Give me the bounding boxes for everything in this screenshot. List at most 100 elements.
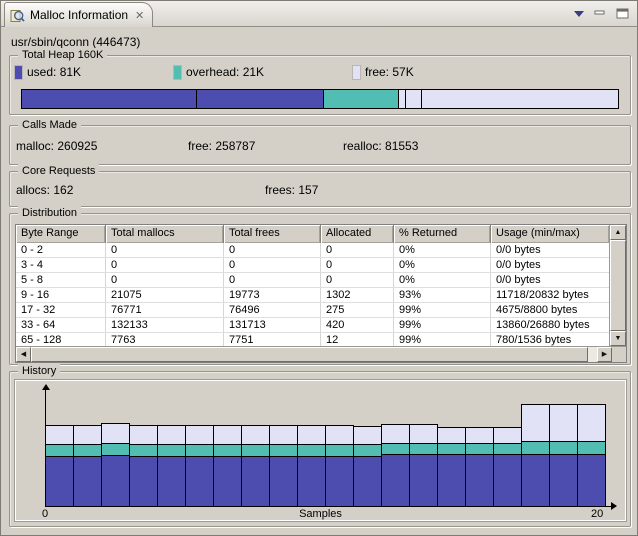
tab-malloc-information[interactable]: Malloc Information ✕	[4, 2, 153, 27]
column-header-total-frees[interactable]: Total frees	[224, 225, 321, 243]
minimize-icon[interactable]	[594, 8, 606, 19]
table-cell: 11718/20832 bytes	[491, 288, 609, 302]
history-bar	[157, 425, 186, 507]
table-cell: 76771	[106, 303, 224, 317]
history-bar-segment-used	[73, 456, 102, 507]
malloc-view-icon	[10, 8, 25, 23]
table-header-row: Byte RangeTotal mallocsTotal freesAlloca…	[16, 225, 609, 243]
horizontal-scrollbar-track[interactable]	[588, 347, 597, 362]
table-row[interactable]: 0 - 20000%0/0 bytes	[16, 243, 609, 258]
horizontal-scrollbar[interactable]: ◀ ▶	[16, 347, 612, 362]
history-bar-segment-used	[521, 454, 550, 507]
history-bar	[325, 425, 354, 507]
history-group: History 0 Samples 20	[9, 371, 631, 527]
heap-segment-used	[22, 90, 197, 108]
history-bar-segment-overhead	[521, 441, 550, 455]
overhead-color-swatch	[174, 66, 181, 79]
history-bar	[73, 425, 102, 507]
history-bar	[241, 425, 270, 507]
column-header-returned[interactable]: % Returned	[394, 225, 491, 243]
history-bar	[577, 404, 606, 507]
history-bar-segment-used	[353, 456, 382, 507]
distribution-group-label: Distribution	[18, 206, 81, 220]
table-cell: 131713	[224, 318, 321, 332]
column-header-allocated[interactable]: Allocated	[321, 225, 394, 243]
table-body: 0 - 20000%0/0 bytes3 - 40000%0/0 bytes5 …	[16, 243, 609, 346]
scroll-down-button[interactable]: ▼	[610, 331, 626, 346]
history-bar	[101, 423, 130, 507]
used-color-swatch	[15, 66, 22, 79]
heap-segment-used	[197, 90, 325, 108]
scroll-left-button[interactable]: ◀	[16, 347, 31, 362]
view-menu-icon[interactable]	[574, 11, 584, 17]
history-bar-segment-free	[353, 426, 382, 445]
history-bar-segment-free	[101, 423, 130, 444]
table-row[interactable]: 33 - 6413213313171342099%13860/26880 byt…	[16, 318, 609, 333]
heap-segment-free	[399, 90, 406, 108]
maximize-icon[interactable]	[616, 8, 629, 19]
history-bar-segment-free	[381, 424, 410, 444]
free-color-swatch	[353, 66, 360, 79]
table-row[interactable]: 3 - 40000%0/0 bytes	[16, 258, 609, 273]
history-bar-segment-used	[437, 454, 466, 507]
x-axis-end-label: 20	[591, 508, 603, 520]
history-bars	[45, 404, 606, 507]
table-cell: 0	[106, 258, 224, 272]
scroll-right-button[interactable]: ▶	[597, 347, 612, 362]
table-cell: 0	[224, 273, 321, 287]
history-bar-segment-used	[101, 455, 130, 507]
table-cell: 275	[321, 303, 394, 317]
x-axis-title: Samples	[16, 508, 625, 520]
history-bar	[437, 427, 466, 507]
table-cell: 7763	[106, 333, 224, 346]
vertical-scrollbar-thumb[interactable]	[610, 240, 626, 331]
history-bar	[381, 424, 410, 507]
heap-segment-overhead	[324, 90, 399, 108]
column-header-total-mallocs[interactable]: Total mallocs	[106, 225, 224, 243]
overhead-legend-label: overhead: 21K	[186, 65, 264, 79]
history-bar	[45, 425, 74, 507]
table-row[interactable]: 5 - 80000%0/0 bytes	[16, 273, 609, 288]
legend-item-overhead: overhead: 21K	[174, 65, 264, 79]
history-bar-segment-free	[157, 425, 186, 445]
table-row[interactable]: 65 - 128776377511299%780/1536 bytes	[16, 333, 609, 346]
table-cell: 9 - 16	[16, 288, 106, 302]
table-cell: 21075	[106, 288, 224, 302]
table-cell: 0	[224, 258, 321, 272]
history-bar-segment-used	[577, 454, 606, 507]
table-row[interactable]: 9 - 162107519773130293%11718/20832 bytes	[16, 288, 609, 303]
vertical-scrollbar[interactable]: ▲ ▼	[609, 225, 626, 346]
history-bar	[409, 424, 438, 507]
total-heap-group: Total Heap 160K used: 81K overhead: 21K …	[9, 55, 631, 115]
history-bar	[185, 425, 214, 507]
history-bar-segment-used	[241, 456, 270, 507]
history-bar	[493, 427, 522, 507]
history-bar	[269, 425, 298, 507]
column-header-usage-min-max[interactable]: Usage (min/max)	[491, 225, 609, 243]
history-bar	[297, 425, 326, 507]
history-bar-segment-used	[269, 456, 298, 507]
table-cell: 93%	[394, 288, 491, 302]
table-cell: 0 - 2	[16, 243, 106, 257]
scrollbar-corner	[612, 347, 626, 362]
y-axis-arrow-icon	[42, 384, 50, 390]
history-bar	[521, 404, 550, 507]
history-bar-segment-used	[157, 456, 186, 507]
history-bar-segment-free	[465, 427, 494, 444]
history-bar-segment-used	[213, 456, 242, 507]
malloc-count: malloc: 260925	[16, 139, 97, 153]
table-cell: 99%	[394, 318, 491, 332]
scroll-up-button[interactable]: ▲	[610, 225, 626, 240]
history-bar-segment-used	[381, 454, 410, 507]
horizontal-scrollbar-thumb[interactable]	[31, 347, 588, 362]
table-cell: 0%	[394, 258, 491, 272]
close-icon[interactable]: ✕	[133, 9, 144, 22]
history-bar-segment-free	[297, 425, 326, 445]
distribution-table: Byte RangeTotal mallocsTotal freesAlloca…	[15, 224, 627, 363]
legend-item-used: used: 81K	[15, 65, 81, 79]
allocs-count: allocs: 162	[16, 183, 73, 197]
table-row[interactable]: 17 - 32767717649627599%4675/8800 bytes	[16, 303, 609, 318]
column-header-byte-range[interactable]: Byte Range	[16, 225, 106, 243]
used-legend-label: used: 81K	[27, 65, 81, 79]
history-bar-segment-free	[269, 425, 298, 445]
